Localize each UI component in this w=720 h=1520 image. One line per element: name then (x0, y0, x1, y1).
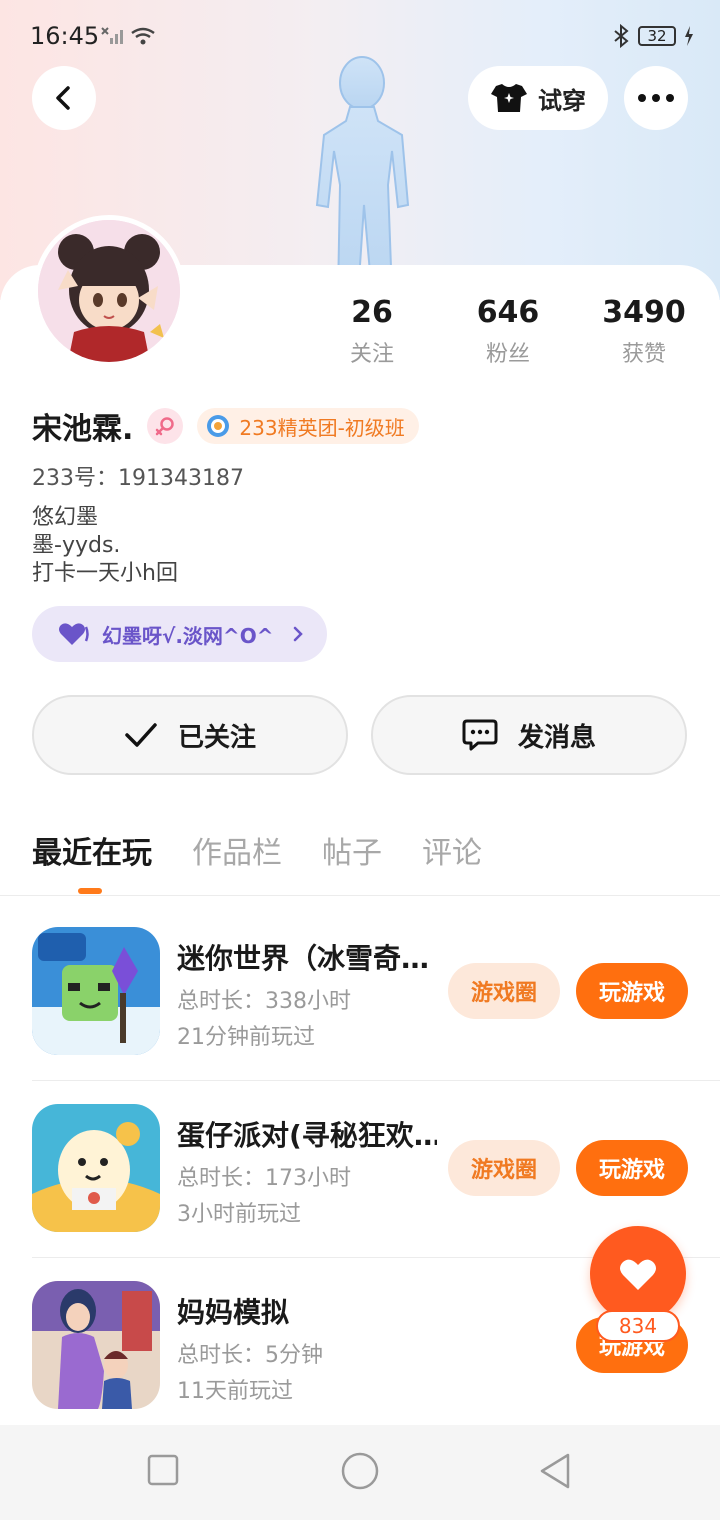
game-title: 蛋仔派对(寻秘狂欢… (177, 1119, 437, 1152)
profile-tabs: 最近在玩 作品栏 帖子 评论 (32, 828, 482, 872)
game-icon-mother-simulator[interactable] (32, 1281, 160, 1409)
bio-line: 悠幻墨 (32, 505, 99, 530)
heart-icon (620, 1259, 656, 1290)
stat-value: 26 (351, 295, 393, 330)
tab-comments[interactable]: 评论 (422, 828, 482, 872)
active-tab-indicator (78, 888, 102, 894)
recent-apps-icon[interactable] (146, 1453, 180, 1487)
play-game-button[interactable]: 玩游戏 (576, 1140, 688, 1196)
divider (32, 1080, 720, 1081)
try-on-button[interactable]: 试穿 (468, 66, 608, 130)
name-row: 宋池霖. 233精英团-初级班 (32, 404, 419, 448)
game-last-played: 3小时前玩过 (177, 1202, 301, 1227)
following-button[interactable]: 已关注 (32, 695, 348, 775)
charging-icon (685, 26, 693, 46)
avatar[interactable] (33, 215, 185, 367)
badge-label: 233精英团-初级班 (239, 415, 405, 440)
signal-wifi-icon (101, 27, 155, 45)
tab-posts[interactable]: 帖子 (322, 828, 382, 872)
elite-group-badge[interactable]: 233精英团-初级班 (197, 408, 419, 444)
game-circle-button[interactable]: 游戏圈 (448, 1140, 560, 1196)
following-label: 已关注 (177, 722, 256, 753)
game-last-played: 11天前玩过 (177, 1379, 293, 1404)
profile-tag-pill[interactable]: 幻墨呀√.淡网^O^ (32, 606, 327, 662)
game-last-played: 21分钟前玩过 (177, 1025, 315, 1050)
medal-icon (207, 415, 230, 437)
avatar-image (38, 220, 180, 362)
tshirt-icon (491, 84, 527, 112)
system-navigation-bar (0, 1425, 720, 1520)
right-status-icons: 32 (612, 24, 694, 48)
stat-value: 646 (476, 295, 540, 330)
try-on-label: 试穿 (538, 86, 586, 115)
play-game-button[interactable]: 玩游戏 (576, 963, 688, 1019)
status-bar: 16:45 32 (0, 0, 720, 72)
game-title: 妈妈模拟 (177, 1296, 290, 1329)
back-button[interactable] (32, 66, 96, 130)
bluetooth-icon (614, 24, 629, 48)
stat-following[interactable]: 26 关注 (312, 295, 432, 368)
battery-icon: 32 (638, 26, 676, 46)
stat-label: 关注 (349, 342, 394, 367)
game-icon-eggy-party[interactable] (32, 1104, 160, 1232)
send-message-label: 发消息 (517, 722, 596, 753)
tag-label: 幻墨呀√.淡网^O^ (102, 623, 274, 648)
game-title: 迷你世界（冰雪奇… (177, 942, 430, 975)
tab-recently-played[interactable]: 最近在玩 (32, 828, 152, 872)
game-duration: 总时长：338小时 (177, 989, 351, 1014)
like-fab-button[interactable] (590, 1226, 686, 1322)
game-duration: 总时长：173小时 (177, 1166, 351, 1191)
bio-line: 打卡一天小h回 (32, 561, 178, 586)
female-gender-icon (147, 408, 184, 444)
purple-heart-icon (59, 623, 89, 645)
status-time: 16:45 (30, 22, 100, 50)
avatar-figure-hologram (315, 56, 410, 295)
game-circle-button[interactable]: 游戏圈 (448, 963, 560, 1019)
stat-likes[interactable]: 3490 获赞 (584, 295, 704, 368)
game-icon-mini-world[interactable] (32, 927, 160, 1055)
stat-label: 粉丝 (485, 342, 530, 367)
send-message-button[interactable]: 发消息 (371, 695, 687, 775)
home-icon[interactable] (340, 1451, 380, 1491)
game-list-item[interactable]: 迷你世界（冰雪奇… 总时长：338小时 21分钟前玩过 游戏圈 玩游戏 (32, 927, 720, 1104)
chevron-right-icon (294, 626, 304, 642)
more-options-button[interactable] (624, 66, 688, 130)
profile-name: 宋池霖. (32, 412, 134, 447)
user-id: 233号：191343187 (32, 466, 244, 491)
stat-followers[interactable]: 646 粉丝 (448, 295, 568, 368)
checkmark-icon (125, 723, 157, 747)
chat-bubble-icon (462, 719, 498, 751)
chevron-left-icon (56, 86, 70, 110)
game-duration: 总时长：5分钟 (177, 1343, 323, 1368)
stat-label: 获赞 (621, 342, 666, 367)
stat-value: 3490 (602, 295, 686, 330)
more-dots-icon (638, 94, 674, 102)
divider (0, 895, 720, 896)
back-nav-icon[interactable] (536, 1451, 574, 1491)
profile-bio: 悠幻墨 墨-yyds. 打卡一天小h回 (32, 504, 178, 588)
bio-line: 墨-yyds. (32, 533, 121, 558)
like-count-badge: 834 (596, 1310, 680, 1342)
tab-works[interactable]: 作品栏 (192, 828, 282, 872)
